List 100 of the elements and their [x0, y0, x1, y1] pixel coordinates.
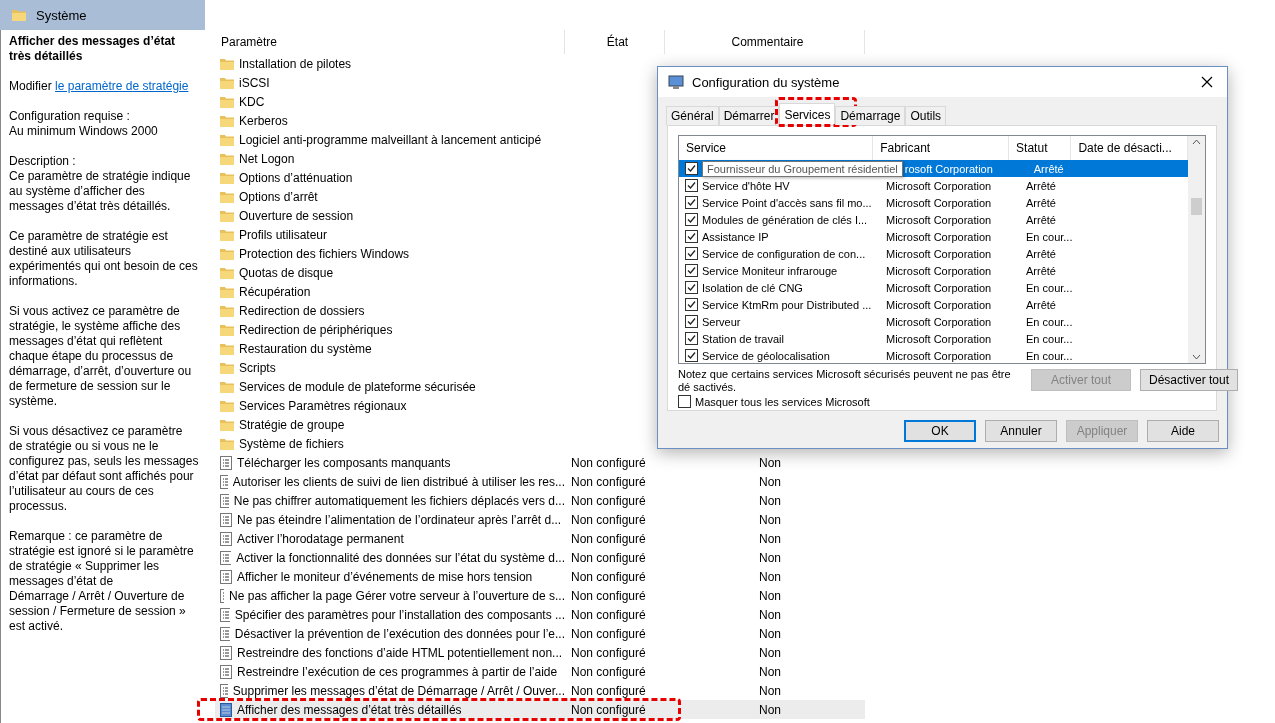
scroll-up-icon[interactable] — [1192, 139, 1201, 145]
table-row[interactable]: Activer la fonctionnalité des données sur l’état du système d... Non configuré Non — [215, 548, 865, 567]
manufacturer-text: Microsoft Corporation — [886, 332, 992, 345]
comment-text: Non — [759, 683, 781, 698]
service-row[interactable]: Service de géolocalisation Microsoft Corporation En cour... — [679, 347, 1188, 363]
status-text: Arrêté — [1026, 298, 1056, 311]
column-header[interactable]: Paramètre — [215, 30, 565, 54]
status-text: Arrêté — [1026, 247, 1056, 260]
table-row[interactable]: Supprimer les messages d’état de Démarrage / Arrêt / Ouver... Non configuré Non — [215, 681, 865, 700]
column-header[interactable]: État — [565, 30, 665, 54]
service-row[interactable]: Station de travail Microsoft Corporation En cour... — [679, 330, 1188, 347]
table-row[interactable]: Ne pas éteindre l’alimentation de l’ordinateur après l’arrêt d... Non configuré Non — [215, 510, 865, 529]
column-header[interactable]: Commentaire — [665, 30, 865, 54]
folder-name: Protection des fichiers Windows — [239, 246, 410, 261]
scrollbar[interactable] — [1188, 136, 1205, 363]
description-paragraph: Ce paramètre de stratégie est destiné aux utilisateurs expérimentés qui ont besoin de ces informations. — [9, 229, 199, 289]
folder-name: Redirection de périphériques — [239, 322, 393, 337]
folder-icon — [220, 323, 234, 336]
service-name: Station de travail — [702, 332, 784, 345]
tab[interactable]: Outils — [905, 106, 947, 125]
folder-icon — [220, 361, 234, 374]
setting-name: Télécharger les composants manquants — [237, 455, 451, 470]
checkbox[interactable] — [685, 179, 698, 192]
service-row[interactable]: Service Point d'accès sans fil mo... Microsoft Corporation Arrêté — [679, 194, 1188, 211]
table-row[interactable]: Afficher le moniteur d’événements de mise hors tension Non configuré Non — [215, 567, 865, 586]
table-row[interactable]: Restreindre l’exécution de ces programmes à partir de l’aide Non configuré Non — [215, 662, 865, 681]
checkbox[interactable] — [685, 196, 698, 209]
service-row[interactable]: Isolation de clé CNG Microsoft Corporation En cour... — [679, 279, 1188, 296]
tab[interactable]: Services — [779, 103, 836, 125]
setting-name: Activer la fonctionnalité des données sur l’état du système d... — [236, 550, 565, 565]
list-document-icon — [220, 607, 230, 622]
checkbox[interactable] — [685, 264, 698, 277]
setting-name: Afficher des messages d’état très détaillés — [237, 702, 462, 717]
table-row[interactable]: Stratégie de groupe — [215, 415, 865, 434]
hatched-document-icon — [220, 702, 232, 717]
checkbox[interactable] — [685, 213, 698, 226]
disable-all-button[interactable]: Désactiver tout — [1140, 369, 1239, 391]
list-document-icon — [220, 493, 229, 508]
table-row[interactable]: Désactiver la prévention de l’exécution des données pour l’e... Non configuré Non — [215, 624, 865, 643]
scroll-down-icon[interactable] — [1192, 354, 1201, 360]
comment-text: Non — [759, 588, 781, 603]
list-document-icon — [220, 645, 232, 660]
table-row[interactable]: Spécifier des paramètres pour l’installation des composants ... Non configuré Non — [215, 605, 865, 624]
checkbox[interactable] — [678, 395, 691, 408]
checkbox[interactable] — [685, 349, 698, 362]
folder-name: iSCSI — [239, 75, 270, 90]
table-row[interactable]: Restreindre des fonctions d’aide HTML potentiellement non... Non configuré Non — [215, 643, 865, 662]
policy-link[interactable]: le paramètre de stratégie — [55, 79, 189, 93]
service-name: Service KtmRm pour Distributed ... — [702, 298, 872, 311]
folder-name: KDC — [239, 94, 265, 109]
service-row[interactable]: Serveur Microsoft Corporation En cour... — [679, 313, 1188, 330]
manufacturer-text: Microsoft Corporation — [886, 298, 992, 311]
tab[interactable]: Démarrage — [835, 106, 906, 125]
folder-icon — [220, 437, 234, 450]
service-row[interactable]: Modules de génération de clés I... Microsoft Corporation Arrêté — [679, 211, 1188, 228]
tab[interactable]: Général — [666, 106, 719, 125]
folder-icon — [220, 399, 234, 412]
table-row[interactable]: Télécharger les composants manquants Non configuré Non — [215, 453, 865, 472]
manufacturer-text: Microsoft Corporation — [886, 179, 992, 192]
service-row[interactable]: Service de configuration de con... Microsoft Corporation Arrêté — [679, 245, 1188, 262]
service-row[interactable]: Service KtmRm pour Distributed ... Microsoft Corporation Arrêté — [679, 296, 1188, 313]
comment-text: Non — [759, 607, 781, 622]
table-row[interactable]: Ne pas chiffrer automatiquement les fichiers déplacés vers d... Non configuré Non — [215, 491, 865, 510]
comment-text: Non — [759, 493, 781, 508]
manufacturer-text: Microsoft Corporation — [886, 281, 992, 294]
table-row[interactable]: Ne pas afficher la page Gérer votre serveur à l’ouverture de s... Non configuré Non — [215, 586, 865, 605]
checkbox[interactable] — [685, 230, 698, 243]
service-row[interactable]: Service d'hôte HV Microsoft Corporation Arrêté — [679, 177, 1188, 194]
folder-icon — [220, 171, 234, 184]
dialog-button[interactable]: Annuler — [985, 420, 1057, 442]
folder-icon — [220, 57, 234, 70]
state-text: Non configuré — [571, 569, 646, 584]
service-name: Service Moniteur infrarouge — [702, 264, 838, 277]
state-text: Non configuré — [571, 455, 646, 470]
service-row[interactable]: Service Moniteur infrarouge Microsoft Corporation Arrêté — [679, 262, 1188, 279]
close-icon — [1201, 76, 1213, 88]
checkbox[interactable] — [685, 162, 698, 175]
table-row[interactable]: Activer l’horodatage permanent Non configuré Non — [215, 529, 865, 548]
dialog-button[interactable]: Aide — [1147, 420, 1219, 442]
dialog-title: Configuration du système — [692, 74, 840, 90]
tab[interactable]: Démarrer — [718, 106, 780, 125]
list-document-icon — [220, 474, 228, 489]
selected-row[interactable]: Fournisseur du Groupement résidentiel rosoft Corporation Arrêté — [679, 160, 1188, 177]
checkbox[interactable] — [685, 281, 698, 294]
checkbox[interactable] — [685, 298, 698, 311]
checkbox[interactable] — [685, 332, 698, 345]
state-text: Non configuré — [571, 664, 646, 679]
setting-name: Restreindre des fonctions d’aide HTML potentiellement non... — [237, 645, 563, 660]
status-text: En cour... — [1026, 349, 1073, 362]
status-text: En cour... — [1026, 230, 1073, 243]
scrollbar-thumb[interactable] — [1191, 198, 1202, 215]
folder-name: Services de module de plateforme sécurisée — [239, 379, 476, 394]
checkbox[interactable] — [685, 315, 698, 328]
checkbox[interactable] — [685, 247, 698, 260]
dialog-button[interactable]: OK — [904, 420, 976, 442]
table-row[interactable]: Système de fichiers — [215, 434, 865, 453]
table-row[interactable]: Autoriser les clients de suivi de lien distribué à utiliser les res... Non configuré Non — [215, 472, 865, 491]
table-row[interactable]: Installation de pilotes — [215, 54, 865, 73]
service-row[interactable]: Assistance IP Microsoft Corporation En cour... — [679, 228, 1188, 245]
folder-icon — [220, 342, 234, 355]
